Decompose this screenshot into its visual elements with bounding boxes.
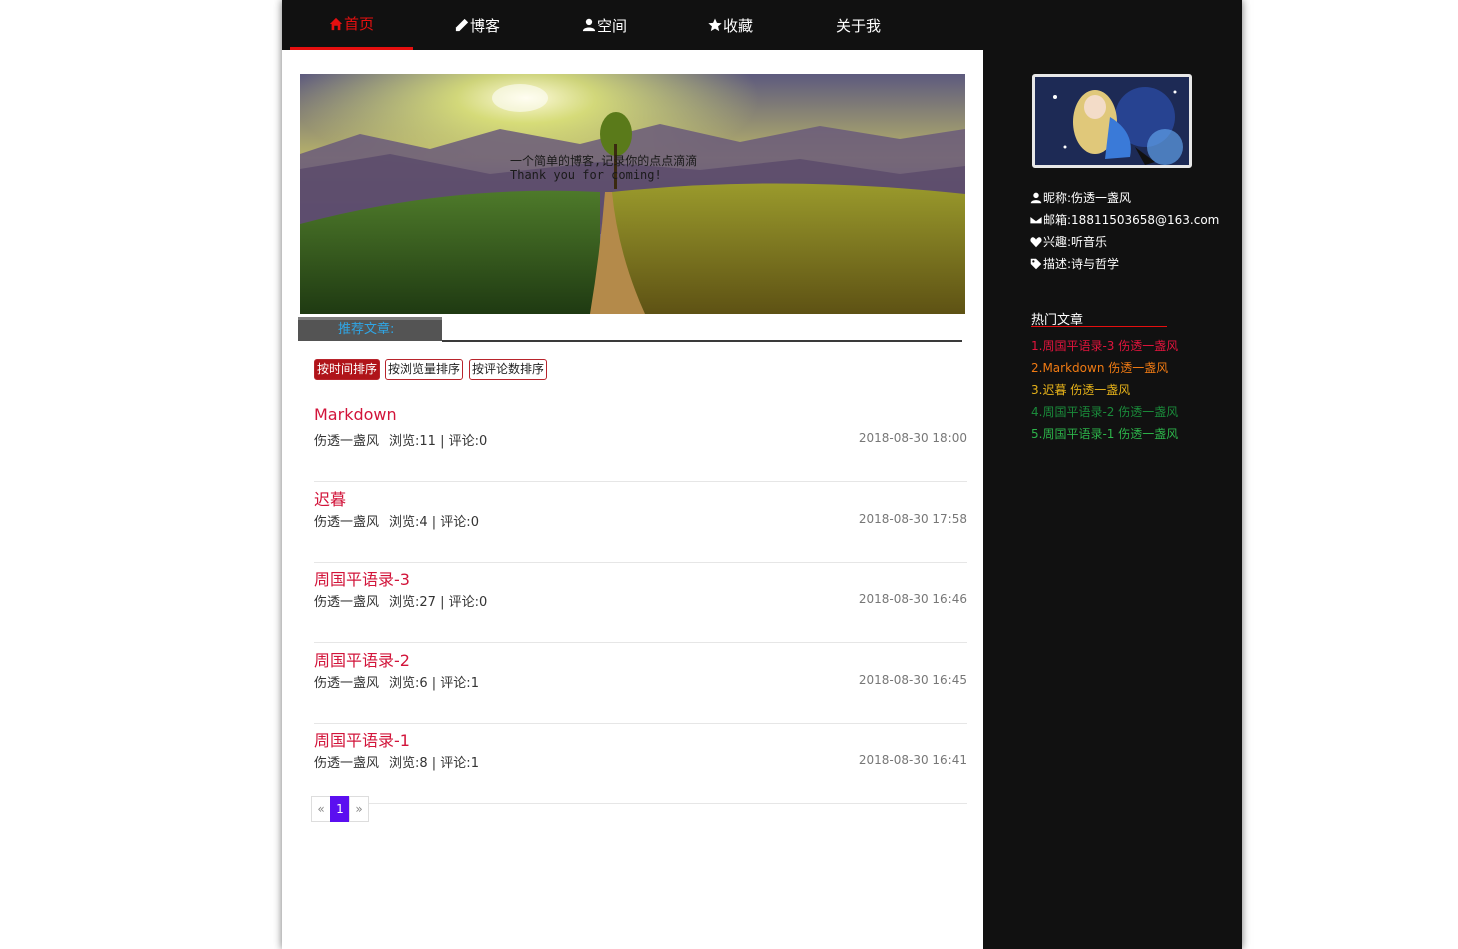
profile-nickname-text: 昵称:伤透一盏风 bbox=[1043, 191, 1132, 205]
nav-home[interactable]: 首页 bbox=[290, 0, 413, 50]
article-title[interactable]: 周国平语录-1 bbox=[314, 727, 410, 751]
article-stats: 浏览:4 | 评论:0 bbox=[389, 515, 479, 530]
article-meta: 伤透一盏风 浏览:11 | 评论:0 bbox=[314, 430, 487, 449]
article-author: 伤透一盏风 bbox=[314, 515, 380, 530]
article-title[interactable]: 周国平语录-3 bbox=[314, 566, 410, 590]
sort-by-comments-button[interactable]: 按评论数排序 bbox=[469, 359, 548, 380]
article-date: 2018-08-30 16:41 bbox=[858, 753, 967, 767]
profile-email-text: 邮箱:18811503658@163.com bbox=[1043, 213, 1220, 227]
article-stats: 浏览:11 | 评论:0 bbox=[389, 434, 488, 449]
article-date: 2018-08-30 18:00 bbox=[858, 431, 967, 445]
nav-space-label: 空间 bbox=[596, 16, 627, 35]
article-meta: 伤透一盏风 浏览:8 | 评论:1 bbox=[314, 752, 479, 771]
article-title[interactable]: 迟暮 bbox=[314, 486, 346, 510]
main-column: 一个简单的博客,记录你的点点滴滴 Thank you for coming! 推… bbox=[282, 50, 983, 949]
article-author: 伤透一盏风 bbox=[314, 434, 380, 449]
profile-description: 描述:诗与哲学 bbox=[1030, 255, 1119, 272]
banner-tagline: 一个简单的博客,记录你的点点滴滴 bbox=[510, 154, 698, 168]
sort-by-views-button[interactable]: 按浏览量排序 bbox=[385, 359, 464, 380]
nav-about[interactable]: 关于我 bbox=[797, 0, 920, 50]
article-meta: 伤透一盏风 浏览:27 | 评论:0 bbox=[314, 591, 487, 610]
heart-icon bbox=[1030, 236, 1042, 247]
article-title[interactable]: 周国平语录-2 bbox=[314, 647, 410, 671]
article-item: 迟暮 伤透一盏风 浏览:4 | 评论:0 2018-08-30 17:58 bbox=[314, 482, 967, 563]
article-item: Markdown 伤透一盏风 浏览:11 | 评论:0 2018-08-30 18… bbox=[314, 401, 967, 482]
article-item: 周国平语录-1 伤透一盏风 浏览:8 | 评论:1 2018-08-30 16:4… bbox=[314, 723, 967, 804]
home-icon bbox=[329, 17, 343, 30]
user-icon bbox=[1030, 192, 1042, 203]
pagination-prev[interactable]: « bbox=[311, 796, 331, 822]
article-author: 伤透一盏风 bbox=[314, 756, 380, 771]
article-title[interactable]: Markdown bbox=[314, 405, 397, 424]
user-icon bbox=[582, 18, 596, 32]
top-nav: 首页 博客 空间 收藏 关于我 bbox=[282, 0, 1242, 50]
banner-image: 一个简单的博客,记录你的点点滴滴 Thank you for coming! bbox=[300, 74, 965, 314]
article-date: 2018-08-30 16:46 bbox=[858, 592, 967, 606]
hot-article-item[interactable]: 5.周国平语录-1 伤透一盏风 bbox=[1031, 425, 1178, 442]
hot-article-item[interactable]: 1.周国平语录-3 伤透一盏风 bbox=[1031, 337, 1178, 354]
pencil-icon bbox=[455, 18, 469, 32]
profile-email: 邮箱:18811503658@163.com bbox=[1030, 211, 1219, 228]
nav-space[interactable]: 空间 bbox=[543, 0, 666, 50]
nav-blog[interactable]: 博客 bbox=[416, 0, 539, 50]
pagination: « 1 » bbox=[311, 796, 369, 822]
article-meta: 伤透一盏风 浏览:4 | 评论:0 bbox=[314, 511, 479, 530]
nav-blog-label: 博客 bbox=[469, 16, 500, 35]
recommend-divider bbox=[442, 340, 962, 342]
pagination-next[interactable]: » bbox=[349, 796, 369, 822]
hot-article-item[interactable]: 4.周国平语录-2 伤透一盏风 bbox=[1031, 403, 1178, 420]
article-stats: 浏览:8 | 评论:1 bbox=[389, 756, 479, 771]
article-date: 2018-08-30 17:58 bbox=[858, 512, 967, 526]
profile-description-text: 描述:诗与哲学 bbox=[1043, 257, 1120, 271]
tag-icon bbox=[1030, 258, 1042, 269]
article-meta: 伤透一盏风 浏览:6 | 评论:1 bbox=[314, 672, 479, 691]
avatar bbox=[1032, 74, 1192, 168]
profile-hobby-text: 兴趣:听音乐 bbox=[1043, 235, 1108, 249]
recommend-tab: 推荐文章: bbox=[298, 317, 442, 341]
profile-hobby: 兴趣:听音乐 bbox=[1030, 233, 1107, 250]
article-stats: 浏览:6 | 评论:1 bbox=[389, 676, 479, 691]
profile-nickname: 昵称:伤透一盏风 bbox=[1030, 189, 1131, 206]
nav-favorites-label: 收藏 bbox=[722, 16, 753, 35]
hot-article-item[interactable]: 2.Markdown 伤透一盏风 bbox=[1031, 359, 1168, 376]
article-author: 伤透一盏风 bbox=[314, 595, 380, 610]
nav-favorites[interactable]: 收藏 bbox=[669, 0, 792, 50]
envelope-icon bbox=[1030, 215, 1042, 224]
article-item: 周国平语录-2 伤透一盏风 浏览:6 | 评论:1 2018-08-30 16:4… bbox=[314, 643, 967, 724]
sort-by-time-button[interactable]: 按时间排序 bbox=[314, 359, 381, 380]
hot-article-item[interactable]: 3.迟暮 伤透一盏风 bbox=[1031, 381, 1130, 398]
article-author: 伤透一盏风 bbox=[314, 676, 380, 691]
nav-about-label: 关于我 bbox=[835, 16, 881, 35]
pagination-page[interactable]: 1 bbox=[330, 796, 350, 822]
star-icon bbox=[708, 18, 722, 32]
article-date: 2018-08-30 16:45 bbox=[858, 673, 967, 687]
page-frame: 首页 博客 空间 收藏 关于我 一个简单的博客,记录你的点点滴滴 Thank y… bbox=[282, 0, 1242, 949]
banner-subtitle: Thank you for coming! bbox=[510, 168, 662, 182]
hot-articles-underline bbox=[1031, 326, 1167, 327]
article-stats: 浏览:27 | 评论:0 bbox=[389, 595, 488, 610]
nav-home-label: 首页 bbox=[343, 15, 374, 33]
article-item: 周国平语录-3 伤透一盏风 浏览:27 | 评论:0 2018-08-30 16:… bbox=[314, 562, 967, 643]
